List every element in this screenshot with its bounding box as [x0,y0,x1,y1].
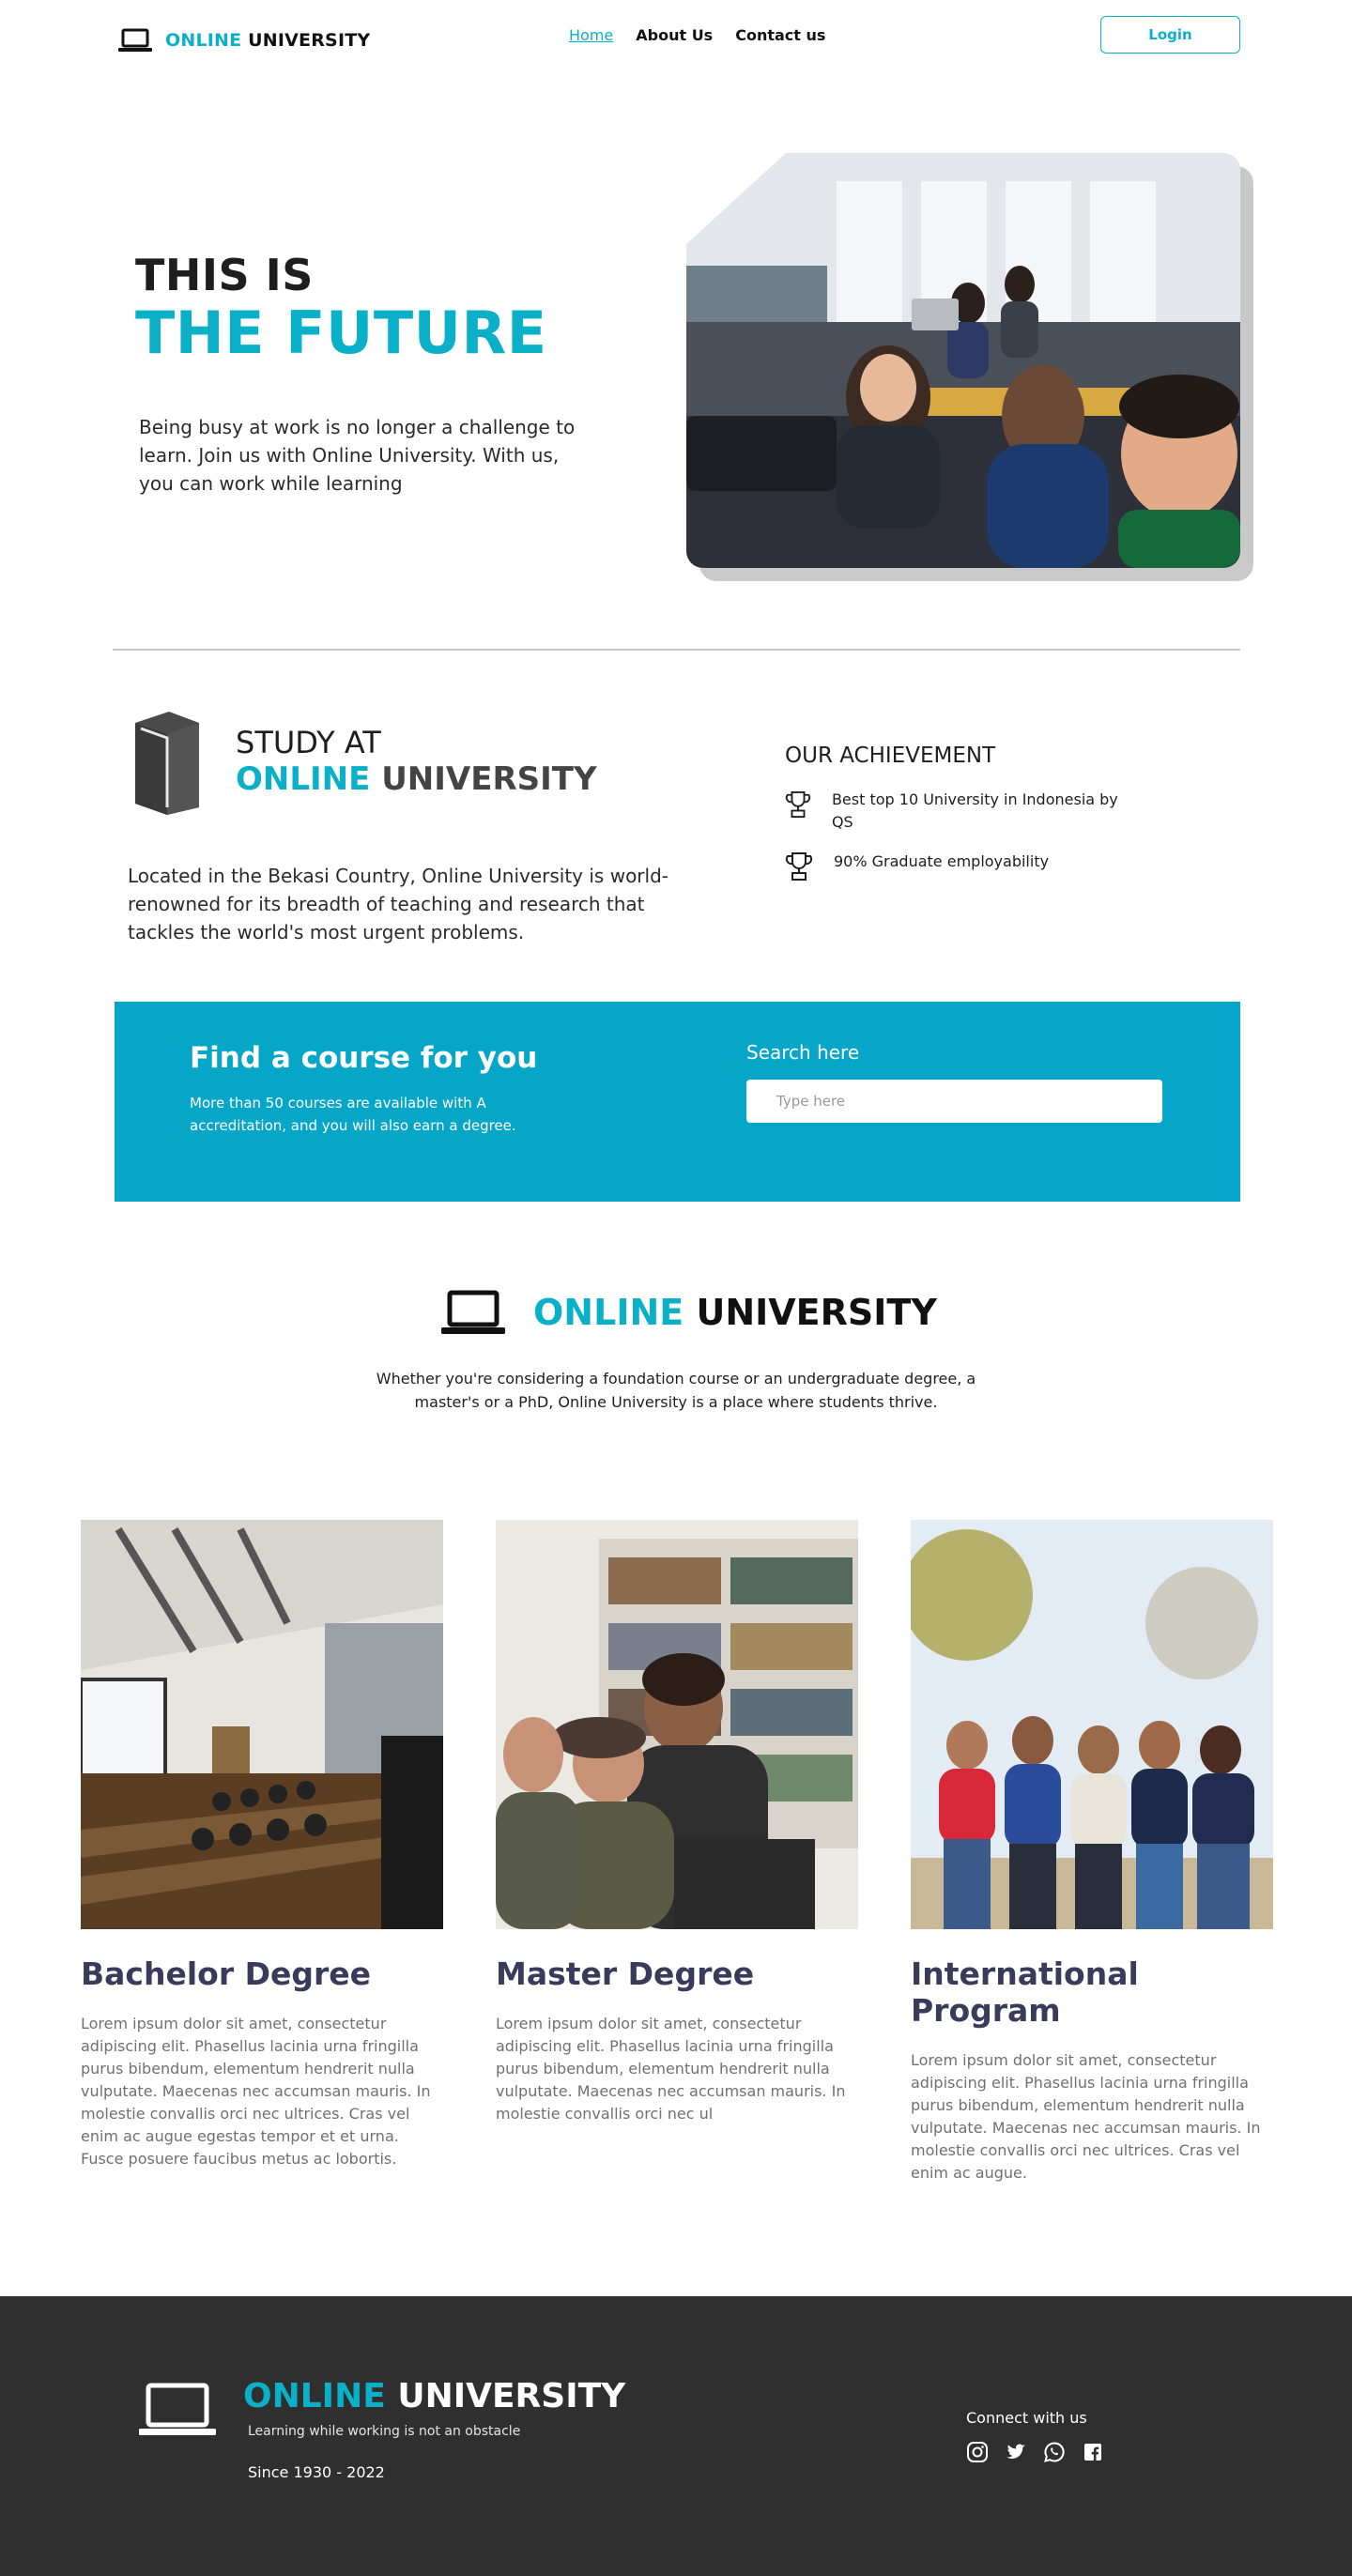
footer-brand-accent: ONLINE [243,2377,386,2415]
whatsapp-icon[interactable] [1043,2441,1066,2463]
search-input[interactable] [746,1080,1162,1123]
top-nav: ONLINE UNIVERSITY Home About Us Contact … [0,0,1352,75]
course-description: More than 50 courses are available with … [190,1095,516,1134]
search-label: Search here [746,1041,860,1064]
program-text: Lorem ipsum dolor sit amet, consectetur … [911,2051,1261,2182]
program-card-master[interactable]: Master Degree Lorem ipsum dolor sit amet… [496,1520,858,2125]
achievement-text: Best top 10 University in Indonesia by Q… [831,790,1118,831]
laptop-icon [118,28,152,52]
twitter-icon[interactable] [1005,2441,1027,2463]
study-title-rest: UNIVERSITY [381,760,597,798]
brand-accent: ONLINE [165,30,242,51]
achievement-item: Best top 10 University in Indonesia by Q… [785,789,1123,834]
program-title: International Program [911,1955,1139,2029]
program-text: Lorem ipsum dolor sit amet, consectetur … [81,2015,431,2168]
trophy-icon [785,852,813,881]
nav-link-contact[interactable]: Contact us [735,26,825,44]
study-title-accent: ONLINE [236,760,371,798]
hero-image [686,153,1253,581]
laptop-icon [139,2383,216,2435]
social-links [966,2441,1104,2463]
hero-title: THE FUTURE [135,299,547,367]
footer-brand: ONLINE UNIVERSITY [243,2377,625,2415]
book-icon [135,712,199,815]
facebook-icon[interactable] [1082,2441,1104,2463]
instagram-icon[interactable] [966,2441,989,2463]
achievement-item: 90% Graduate employability [785,851,1123,882]
laptop-icon [441,1290,505,1334]
find-course-band: Find a course for you More than 50 cours… [115,1002,1240,1202]
footer: ONLINE UNIVERSITY Learning while working… [0,2296,1352,2576]
nav-links: Home About Us Contact us [569,26,825,44]
program-card-international[interactable]: International Program Lorem ipsum dolor … [911,1520,1273,2185]
program-card-bachelor[interactable]: Bachelor Degree Lorem ipsum dolor sit am… [81,1520,443,2170]
program-text: Lorem ipsum dolor sit amet, consectetur … [496,2015,846,2123]
hero-pre-title: THIS IS [135,250,314,300]
nav-link-home[interactable]: Home [569,26,613,44]
office-photo-illustration [686,153,1240,568]
study-pre-title: STUDY AT [236,725,381,760]
about-brand-accent: ONLINE [533,1292,684,1333]
about-description: Whether you're considering a foundation … [376,1370,976,1411]
students-library-photo [496,1520,858,1929]
program-title: Bachelor Degree [81,1955,372,1992]
study-description: Located in the Bekasi Country, Online Un… [128,865,668,943]
footer-since: Since 1930 - 2022 [248,2463,385,2481]
trophy-icon [785,791,811,818]
login-button[interactable]: Login [1100,16,1240,54]
lecture-hall-photo [81,1520,443,1929]
about-brand-rest: UNIVERSITY [696,1292,937,1333]
course-title: Find a course for you [190,1041,538,1075]
connect-label: Connect with us [966,2409,1087,2427]
nav-link-about[interactable]: About Us [636,26,713,44]
section-divider [113,649,1240,651]
brand-rest: UNIVERSITY [248,30,371,51]
footer-brand-rest: UNIVERSITY [397,2377,626,2415]
program-title: Master Degree [496,1955,755,1992]
footer-tagline: Learning while working is not an obstacl… [248,2424,521,2439]
about-brand: ONLINE UNIVERSITY [441,1290,937,1335]
achievement-title: OUR ACHIEVEMENT [785,744,996,768]
hero-photo-office [686,153,1240,568]
study-title: ONLINE UNIVERSITY [236,760,597,798]
achievement-text: 90% Graduate employability [834,852,1050,870]
students-group-photo [911,1520,1273,1929]
brand-logo[interactable]: ONLINE UNIVERSITY [118,28,370,53]
hero-description: Being busy at work is no longer a challe… [139,416,576,495]
